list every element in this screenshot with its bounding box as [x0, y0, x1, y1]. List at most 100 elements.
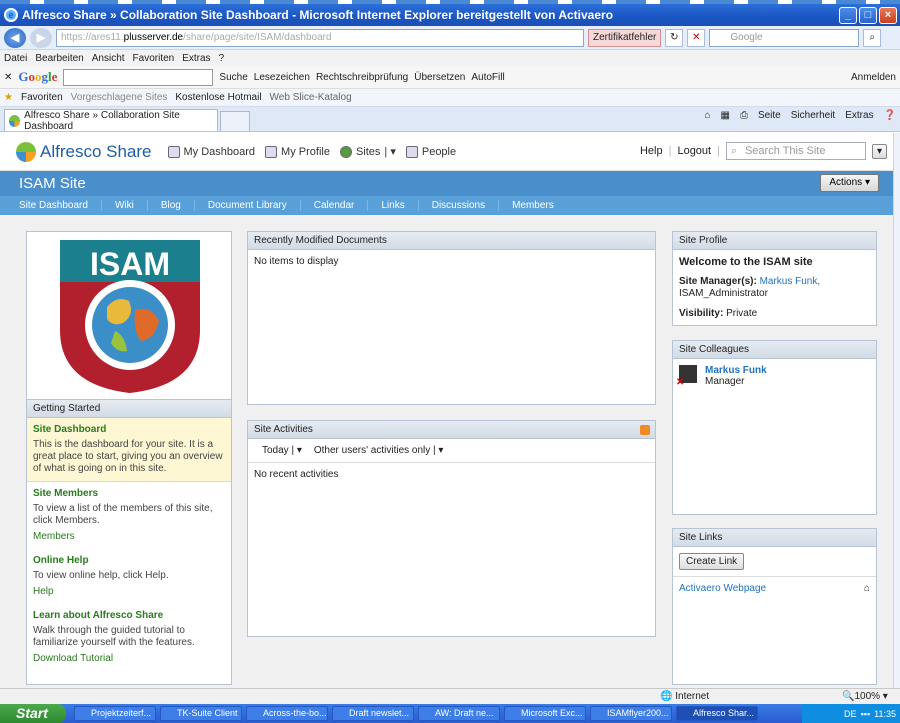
browser-search-input[interactable]: Google	[709, 28, 860, 47]
menu-bearbeiten[interactable]: Bearbeiten	[35, 53, 83, 64]
close-button[interactable]: ×	[879, 7, 897, 24]
certificate-error[interactable]: Zertifikatfehler	[588, 28, 662, 47]
recent-docs-header: Recently Modified Documents	[248, 232, 655, 250]
zoom-level[interactable]: 🔍100% ▾	[842, 691, 888, 702]
menu-datei[interactable]: Datei	[4, 53, 27, 64]
filter-today-label: Today	[262, 445, 289, 456]
activaero-link[interactable]: Activaero Webpage	[679, 583, 766, 594]
tab-calendar[interactable]: Calendar	[301, 200, 369, 211]
site-colleagues-dashlet: Site Colleagues ✕ Markus Funk Manager	[672, 340, 877, 515]
task-across[interactable]: Across-the-bo...	[246, 706, 328, 721]
google-toolbar: ✕ Google Suche Lesezeichen Rechtschreibp…	[0, 66, 900, 89]
tab-discussions[interactable]: Discussions	[419, 200, 500, 211]
filter-today[interactable]: Today | ▾	[262, 445, 302, 456]
google-lesezeichen[interactable]: Lesezeichen	[254, 72, 310, 83]
task-isamflyer[interactable]: ISAMflyer200...	[590, 706, 672, 721]
browser-tab-active[interactable]: Alfresco Share » Collaboration Site Dash…	[4, 109, 218, 132]
nav-sites[interactable]: Sites | ▾	[339, 145, 396, 158]
favorites-webslice[interactable]: Web Slice-Katalog	[270, 92, 352, 103]
cmd-sicherheit[interactable]: Sicherheit	[791, 110, 835, 121]
google-signin[interactable]: Anmelden	[851, 72, 896, 83]
link-icon[interactable]: ⌂	[864, 583, 870, 594]
alfresco-logo-text: Alfresco Share	[40, 141, 152, 161]
download-tutorial-link[interactable]: Download Tutorial	[33, 653, 225, 665]
site-search-input[interactable]: ⌕ Search This Site	[725, 142, 866, 160]
feeds-icon[interactable]: ▦	[720, 110, 729, 121]
google-autofill[interactable]: AutoFill	[471, 72, 504, 83]
tab-links[interactable]: Links	[368, 200, 419, 211]
help-icon[interactable]: ❓	[884, 110, 896, 121]
language-indicator[interactable]: DE	[844, 709, 857, 719]
filter-users[interactable]: Other users' activities only | ▾	[314, 445, 444, 456]
window-title: Alfresco Share » Collaboration Site Dash…	[22, 8, 614, 22]
task-tksuite[interactable]: TK-Suite Client	[160, 706, 242, 721]
tab-document-library[interactable]: Document Library	[195, 200, 301, 211]
refresh-icon[interactable]: ↻	[665, 28, 684, 47]
help-link[interactable]: Help	[640, 145, 663, 157]
home-icon[interactable]: ⌂	[704, 110, 710, 121]
nav-my-profile-label: My Profile	[281, 145, 330, 158]
windows-taskbar: Start Projektzeiterf... TK-Suite Client …	[0, 704, 900, 723]
search-icon[interactable]: ⌕	[863, 28, 882, 47]
menu-extras[interactable]: Extras	[182, 53, 210, 64]
site-title-bar: ISAM Site Actions ▾	[0, 171, 893, 196]
filter-users-label: Other users' activities only	[313, 445, 431, 456]
tab-blog[interactable]: Blog	[148, 200, 195, 211]
google-suche[interactable]: Suche	[219, 72, 247, 83]
google-translate[interactable]: Übersetzen	[414, 72, 465, 83]
minimize-button[interactable]: _	[839, 7, 857, 24]
browser-tab-label: Alfresco Share » Collaboration Site Dash…	[24, 109, 180, 132]
nav-my-profile[interactable]: My Profile	[265, 145, 330, 158]
favorites-suggested[interactable]: Vorgeschlagene Sites	[71, 92, 168, 103]
sites-dropdown-icon[interactable]: | ▾	[384, 145, 395, 158]
tab-members[interactable]: Members	[499, 200, 567, 211]
cmd-seite[interactable]: Seite	[758, 110, 781, 121]
getting-started-header: Getting Started	[27, 400, 231, 418]
start-button[interactable]: Start	[0, 704, 66, 723]
rss-feed-icon[interactable]	[640, 425, 650, 435]
favorites-hotmail[interactable]: Kostenlose Hotmail	[175, 92, 261, 103]
logout-link[interactable]: Logout	[677, 145, 711, 157]
search-scope-dropdown[interactable]: ▾	[871, 143, 887, 159]
cmd-extras[interactable]: Extras	[845, 110, 873, 121]
url-path: /share/page/site/ISAM/dashboard	[183, 32, 332, 43]
menu-ansicht[interactable]: Ansicht	[92, 53, 125, 64]
google-spellcheck[interactable]: Rechtschreibprüfung	[316, 72, 408, 83]
task-aw-draft[interactable]: AW: Draft ne...	[418, 706, 500, 721]
nav-people-label: People	[421, 145, 457, 158]
alfresco-logo[interactable]: Alfresco Share	[16, 141, 152, 162]
back-button[interactable]: ◀	[4, 27, 26, 48]
google-search-input[interactable]	[63, 68, 214, 86]
favorites-button[interactable]: Favoriten	[21, 92, 63, 103]
nav-people[interactable]: People	[405, 145, 457, 158]
stop-icon[interactable]: ✕	[687, 28, 706, 47]
task-alfresco[interactable]: Alfresco Shar...	[676, 706, 758, 721]
nav-my-dashboard[interactable]: My Dashboard	[167, 145, 256, 158]
url-field[interactable]: https://ares11. plusserver.de/share/page/…	[56, 28, 584, 47]
new-tab-button[interactable]	[220, 111, 250, 131]
members-link[interactable]: Members	[33, 531, 225, 543]
help-link-gs[interactable]: Help	[33, 586, 225, 598]
manager-link[interactable]: Markus Funk,	[760, 276, 821, 287]
favorites-bar: ★ Favoriten Vorgeschlagene Sites Kostenl…	[0, 89, 900, 107]
task-draft-newsletter[interactable]: Draft newslet...	[332, 706, 414, 721]
menu-favoriten[interactable]: Favoriten	[133, 53, 175, 64]
site-welcome: Welcome to the ISAM site	[679, 256, 813, 268]
page-scrollbar[interactable]	[893, 133, 900, 688]
close-toolbar-icon[interactable]: ✕	[4, 72, 12, 83]
task-excel[interactable]: Microsoft Exc...	[504, 706, 586, 721]
print-icon[interactable]: ⎙	[740, 110, 748, 121]
browser-search-placeholder: Google	[730, 31, 763, 43]
actions-button[interactable]: Actions ▾	[820, 174, 879, 192]
maximize-button[interactable]: □	[859, 7, 877, 24]
menu-help[interactable]: ?	[219, 53, 225, 64]
task-projektzeit[interactable]: Projektzeiterf...	[74, 706, 156, 721]
tab-site-dashboard[interactable]: Site Dashboard	[19, 200, 102, 211]
forward-button[interactable]: ▶	[30, 27, 52, 48]
create-link-button[interactable]: Create Link	[679, 553, 745, 570]
people-icon	[405, 145, 418, 158]
colleague-name[interactable]: Markus Funk	[705, 365, 767, 376]
nav-my-dashboard-label: My Dashboard	[183, 145, 256, 158]
gs-learn-share: Learn about Alfresco Share Walk through …	[27, 604, 231, 671]
tab-wiki[interactable]: Wiki	[102, 200, 148, 211]
